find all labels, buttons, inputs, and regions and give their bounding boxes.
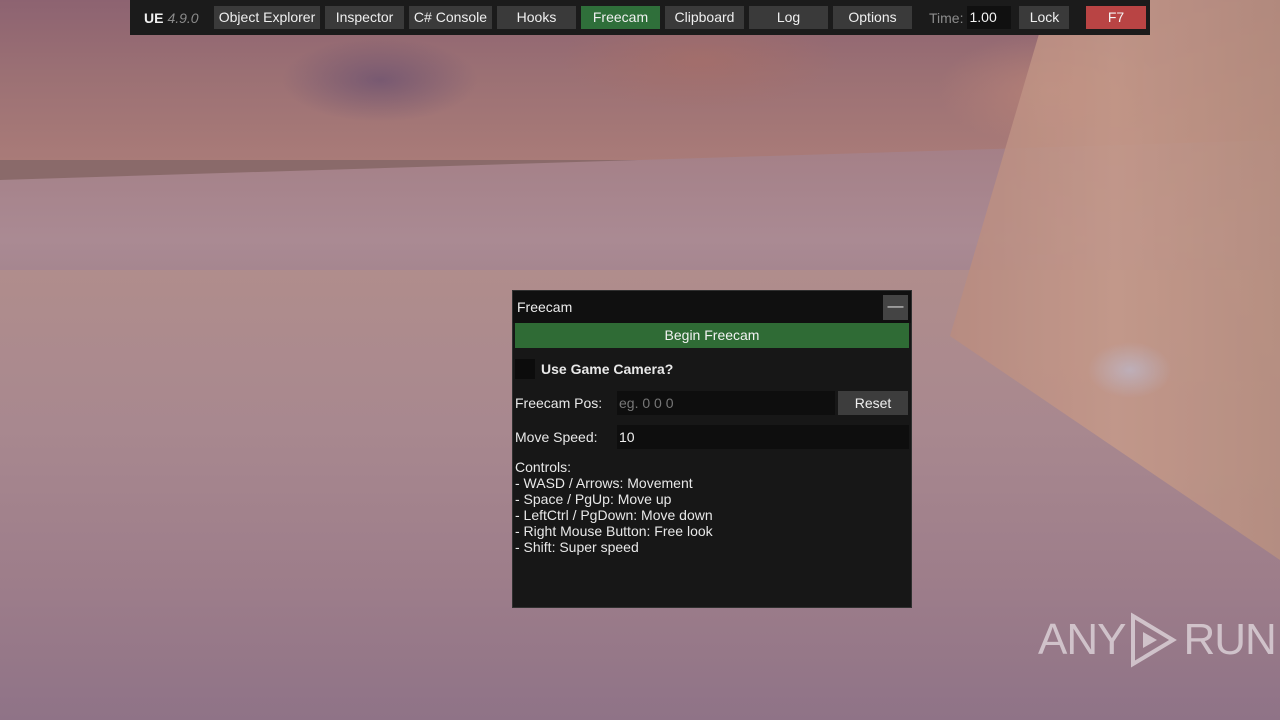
time-scale-label: Time: [929, 9, 964, 26]
use-game-camera-checkbox[interactable] [515, 359, 535, 379]
unity-explorer-toolbar: UE 4.9.0 Object Explorer Inspector C# Con… [130, 0, 1150, 35]
controls-line: - Space / PgUp: Move up [515, 491, 672, 507]
watermark-text-left: ANY [1038, 615, 1126, 664]
play-logo-icon [1131, 612, 1178, 668]
lock-button[interactable]: Lock [1019, 6, 1070, 29]
anyrun-watermark: ANY RUN [1038, 612, 1277, 668]
panel-title: Freecam [517, 299, 573, 315]
controls-line: - LeftCtrl / PgDown: Move down [515, 507, 713, 523]
tab-clipboard[interactable]: Clipboard [665, 6, 744, 29]
watermark-text-right: RUN [1183, 615, 1276, 664]
freecam-pos-input[interactable]: eg. 0 0 0 [617, 391, 835, 415]
app-brand: UE 4.9.0 [134, 10, 214, 26]
version-label: 4.9.0 [167, 9, 199, 26]
move-speed-input[interactable]: 10 [617, 425, 909, 449]
minimize-button[interactable]: — [883, 294, 908, 320]
begin-freecam-button[interactable]: Begin Freecam [515, 323, 909, 348]
brand-name: UE [144, 9, 164, 26]
controls-help: Controls: - WASD / Arrows: Movement - Sp… [515, 459, 713, 555]
freecam-panel: Freecam — Begin Freecam Use Game Camera?… [512, 290, 912, 608]
controls-line: - WASD / Arrows: Movement [515, 475, 693, 491]
tab-inspector[interactable]: Inspector [325, 6, 404, 29]
move-speed-label: Move Speed: [515, 429, 598, 445]
tab-csharp-console[interactable]: C# Console [409, 6, 492, 29]
controls-line: - Right Mouse Button: Free look [515, 523, 713, 539]
reset-button[interactable]: Reset [838, 391, 908, 415]
freecam-pos-label: Freecam Pos: [515, 395, 603, 411]
controls-line: - Shift: Super speed [515, 539, 639, 555]
time-scale-input[interactable]: 1.00 [967, 6, 1012, 29]
toggle-ui-button[interactable]: F7 [1086, 6, 1146, 29]
tab-log[interactable]: Log [749, 6, 828, 29]
tab-options[interactable]: Options [833, 6, 912, 29]
use-game-camera-row: Use Game Camera? [515, 359, 909, 379]
freecam-pos-row: Freecam Pos: eg. 0 0 0 Reset [515, 391, 909, 415]
controls-title: Controls: [515, 459, 572, 475]
move-speed-row: Move Speed: 10 [515, 425, 909, 449]
use-game-camera-label: Use Game Camera? [541, 361, 674, 377]
tab-object-explorer[interactable]: Object Explorer [214, 6, 320, 29]
tab-freecam[interactable]: Freecam [581, 6, 660, 29]
panel-header[interactable]: Freecam — [513, 291, 911, 323]
tab-hooks[interactable]: Hooks [497, 6, 576, 29]
